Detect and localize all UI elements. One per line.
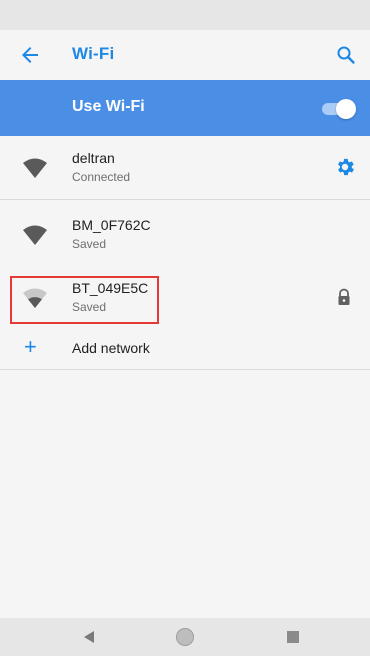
wifi-settings-screen: Wi-Fi Use Wi-Fi deltran Connected BM_0F7… xyxy=(0,0,370,656)
network-status: Connected xyxy=(72,170,131,184)
nav-back-icon[interactable] xyxy=(82,630,96,644)
arrow-left-icon[interactable] xyxy=(18,43,42,67)
selection-highlight-box xyxy=(10,276,159,324)
divider xyxy=(0,199,370,200)
lock-icon xyxy=(336,288,352,306)
divider xyxy=(0,369,370,370)
plus-icon: + xyxy=(24,334,37,359)
network-name: deltran xyxy=(72,150,115,166)
wifi-signal-full-icon xyxy=(22,223,48,247)
nav-home-icon[interactable] xyxy=(176,628,194,646)
toggle-thumb xyxy=(336,99,356,119)
network-row-bm[interactable]: BM_0F762C Saved xyxy=(0,203,370,267)
use-wifi-label: Use Wi-Fi xyxy=(72,98,145,115)
status-bar xyxy=(0,0,370,30)
nav-recents-icon[interactable] xyxy=(287,631,299,643)
page-title: Wi-Fi xyxy=(72,44,115,63)
network-status: Saved xyxy=(72,237,107,251)
navigation-bar xyxy=(0,618,370,656)
search-icon[interactable] xyxy=(334,43,358,67)
gear-icon[interactable] xyxy=(334,156,356,178)
wifi-signal-full-icon xyxy=(22,156,48,180)
app-bar: Wi-Fi xyxy=(0,30,370,80)
network-name: BM_0F762C xyxy=(72,217,151,233)
add-network-label: Add network xyxy=(72,340,150,356)
use-wifi-toggle[interactable] xyxy=(322,98,356,119)
add-network-row[interactable]: + Add network xyxy=(0,330,370,368)
network-row-deltran[interactable]: deltran Connected xyxy=(0,136,370,200)
use-wifi-switch-bar[interactable]: Use Wi-Fi xyxy=(0,80,370,136)
